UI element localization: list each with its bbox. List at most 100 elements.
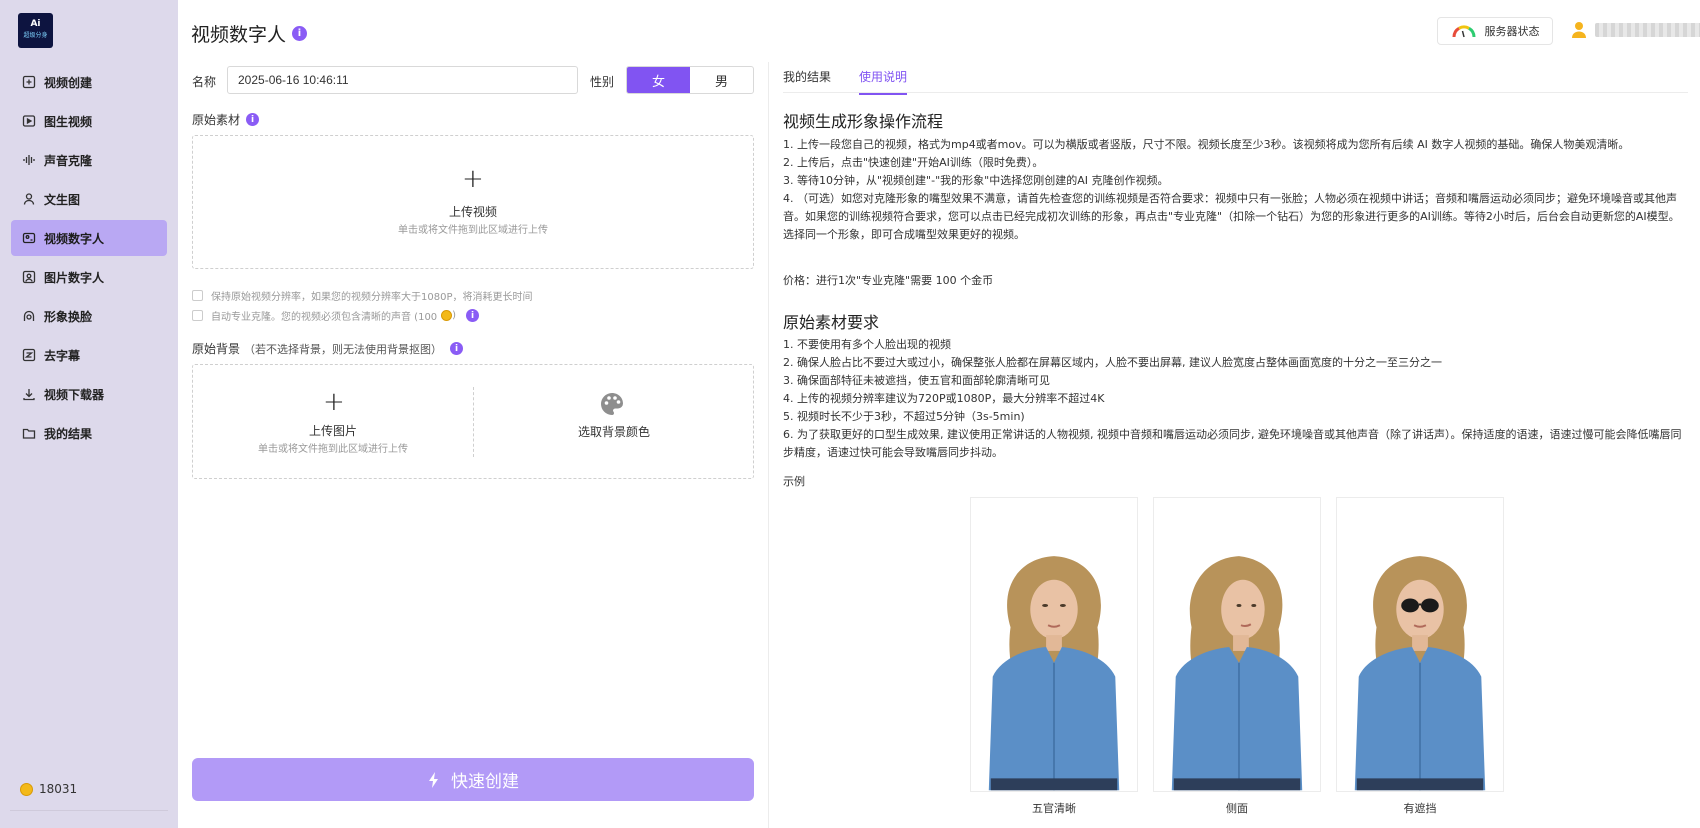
tab-underline: [783, 92, 1688, 93]
bg-note-text: （若不选择背景，则无法使用背景抠图）: [244, 342, 443, 356]
user-name-blurred: [1595, 23, 1700, 37]
tab-instructions[interactable]: 使用说明: [859, 68, 908, 95]
quick-create-button[interactable]: 快速创建: [192, 758, 754, 801]
guide-step: 2. 上传后，点击"快速创建"开始AI训练（限时免费）。: [783, 156, 1044, 169]
sidebar-item-label: 视频创建: [44, 75, 93, 90]
auto-pro-clone-checkbox[interactable]: [192, 310, 203, 321]
keep-resolution-checkbox[interactable]: [192, 290, 203, 301]
woman-portrait-front: [971, 498, 1137, 791]
keep-resolution-text: 保持原始视频分辨率，如果您的视频分辨率大于1080P，将消耗更长时间: [211, 292, 533, 303]
sidebar-item-label: 我的结果: [44, 426, 93, 441]
download-icon: [22, 387, 36, 401]
requirement-item: 3. 确保面部特征未被遮挡，使五官和面部轮廓清晰可见: [783, 374, 1050, 387]
requirement-item: 6. 为了获取更好的口型生成效果, 建议使用正常讲话的人物视频, 视频中音频和嘴…: [783, 428, 1682, 459]
tab-my-results[interactable]: 我的结果: [783, 68, 831, 95]
lightning-icon: [429, 771, 438, 788]
sidebar-divider: [10, 810, 168, 811]
auto-pro-clone-close-paren: ): [452, 310, 457, 321]
gauge-icon: [1451, 25, 1476, 38]
original-background-label: 原始背景 （若不选择背景，则无法使用背景抠图） i: [192, 340, 464, 357]
sidebar-item-label: 视频下载器: [44, 387, 105, 402]
upload-video-title: 上传视频: [448, 205, 497, 219]
sidebar-item-image-to-video[interactable]: 图生视频: [11, 103, 167, 139]
sample-image-occluded: [1336, 497, 1504, 792]
sidebar-item-voice-clone[interactable]: 声音克隆: [11, 142, 167, 178]
server-status-label: 服务器状态: [1484, 25, 1540, 38]
gender-female-option[interactable]: 女: [627, 67, 690, 93]
woman-portrait-sunglasses: [1337, 498, 1503, 791]
source-material-label: 原始素材 i: [192, 111, 260, 128]
folder-icon: [22, 426, 36, 440]
info-icon[interactable]: i: [450, 342, 464, 355]
avatar-icon: [1572, 22, 1586, 38]
requirement-item: 4. 上传的视频分辨率建议为720P或1080P，最大分辨率不超过4K: [783, 392, 1105, 405]
sidebar: Ai 超级分身 视频创建 图生视频 声音克隆 文生图 视频数字人 图片数字人 形…: [0, 0, 178, 828]
name-label: 名称: [192, 75, 217, 89]
server-status-button[interactable]: 服务器状态: [1437, 17, 1553, 45]
requirements-list: 1. 不要使用有多个人脸出现的视频 2. 确保人脸占比不要过大或过小，确保整张人…: [783, 336, 1687, 462]
sidebar-item-image-digital-human[interactable]: 图片数字人: [11, 259, 167, 295]
coin-icon: [441, 310, 453, 321]
coin-balance: 18031: [20, 782, 77, 796]
guide-title-requirements: 原始素材要求: [783, 313, 880, 332]
sample-image-side: [1153, 497, 1321, 792]
upload-image-title: 上传图片: [308, 424, 357, 438]
upload-video-dropzone[interactable]: + 上传视频 单击或将文件拖到此区域进行上传: [192, 135, 754, 269]
sidebar-item-my-results[interactable]: 我的结果: [11, 415, 167, 451]
sidebar-nav: 视频创建 图生视频 声音克隆 文生图 视频数字人 图片数字人 形象换脸 去字幕: [11, 64, 167, 454]
page-title: 视频数字人 i: [191, 20, 308, 47]
sidebar-item-label: 图生视频: [44, 114, 93, 129]
sidebar-item-video-digital-human[interactable]: 视频数字人: [11, 220, 167, 256]
sidebar-item-video-downloader[interactable]: 视频下载器: [11, 376, 167, 412]
panel-divider: [768, 62, 769, 828]
requirement-item: 5. 视频时长不少于3秒，不超过5分钟（3s-5min): [783, 410, 1025, 423]
pick-background-color-area[interactable]: 选取背景颜色: [474, 365, 754, 478]
keep-resolution-option[interactable]: 保持原始视频分辨率，如果您的视频分辨率大于1080P，将消耗更长时间: [192, 288, 532, 303]
requirement-item: 2. 确保人脸占比不要过大或过小，确保整张人脸都在屏幕区域内，人脸不要出屏幕, …: [783, 356, 1442, 369]
info-icon[interactable]: i: [466, 309, 480, 322]
video-person-icon: [22, 231, 36, 245]
info-icon[interactable]: i: [246, 113, 260, 126]
coin-count: 18031: [39, 782, 78, 796]
requirement-item: 1. 不要使用有多个人脸出现的视频: [783, 338, 951, 351]
gender-male-option[interactable]: 男: [690, 67, 753, 93]
guide-step: 4. （可选）如您对克隆形象的嘴型效果不满意，请首先检查您的训练视频是否符合要求…: [783, 192, 1680, 241]
sidebar-item-label: 图片数字人: [44, 270, 105, 285]
sidebar-item-label: 声音克隆: [44, 153, 93, 168]
user-icon: [22, 192, 36, 206]
palette-icon: [601, 393, 623, 415]
coin-icon: [20, 782, 33, 796]
image-person-icon: [22, 270, 36, 284]
name-input[interactable]: 2025-06-16 10:46:11: [227, 66, 578, 94]
info-icon[interactable]: i: [292, 26, 308, 41]
sidebar-item-remove-subtitle[interactable]: 去字幕: [11, 337, 167, 373]
source-material-text: 原始素材: [192, 113, 241, 127]
auto-pro-clone-option[interactable]: 自动专业克隆。您的视频必须包含清晰的声音 (100 ) i: [192, 308, 480, 323]
guide-step: 3. 等待10分钟，从"视频创建"-"我的形象"中选择您刚创建的AI 克隆创作视…: [783, 174, 1169, 187]
sample-label: 示例: [783, 475, 805, 488]
bg-label-text: 原始背景: [192, 342, 241, 356]
quick-create-label: 快速创建: [451, 772, 519, 792]
sidebar-item-face-swap[interactable]: 形象换脸: [11, 298, 167, 334]
face-swap-icon: [22, 309, 36, 323]
sidebar-item-video-create[interactable]: 视频创建: [11, 64, 167, 100]
sidebar-item-label: 去字幕: [44, 348, 81, 363]
plus-square-icon: [22, 75, 36, 89]
sidebar-item-label: 形象换脸: [44, 309, 93, 324]
sidebar-item-text-to-image[interactable]: 文生图: [11, 181, 167, 217]
guide-steps: 1. 上传一段您自己的视频，格式为mp4或者mov。可以为横版或者竖版，尺寸不限…: [783, 136, 1687, 244]
gender-toggle: 女 男: [626, 66, 754, 94]
upload-image-hint: 单击或将文件拖到此区域进行上传: [258, 444, 408, 455]
result-tabs: 我的结果 使用说明: [783, 68, 935, 95]
plus-icon: +: [323, 387, 345, 417]
sample-caption: 侧面: [1226, 802, 1248, 815]
audio-wave-icon: [22, 153, 36, 167]
subtitle-icon: [22, 348, 36, 362]
upload-image-area[interactable]: + 上传图片 单击或将文件拖到此区域进行上传: [193, 365, 473, 478]
user-menu[interactable]: [1571, 21, 1700, 39]
sample-image-clear-features: [970, 497, 1138, 792]
guide-title-process: 视频生成形象操作流程: [783, 112, 944, 131]
app-logo[interactable]: Ai 超级分身: [18, 13, 53, 48]
image-play-icon: [22, 114, 36, 128]
sample-caption: 五官清晰: [1032, 802, 1076, 815]
